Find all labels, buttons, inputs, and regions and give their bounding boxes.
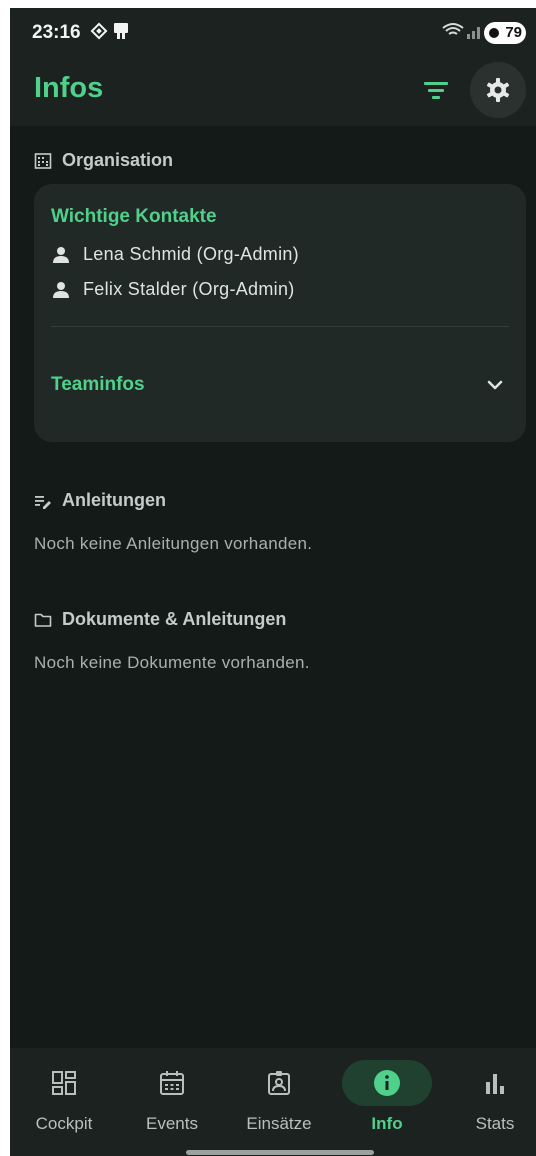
calendar-icon	[160, 1071, 184, 1095]
location-diamond-icon	[90, 22, 108, 40]
signal-icon	[467, 27, 480, 39]
chevron-down-icon[interactable]	[484, 374, 506, 396]
documents-heading: Dokumente & Anleitungen	[62, 609, 287, 629]
gear-icon	[486, 78, 510, 102]
dashboard-icon	[52, 1071, 76, 1095]
home-indicator[interactable]	[186, 1150, 374, 1155]
app-bar: Infos	[10, 54, 536, 126]
battery-saver-icon	[489, 28, 499, 38]
settings-button[interactable]	[470, 62, 526, 118]
battery-indicator: 79	[484, 22, 526, 44]
guides-heading: Anleitungen	[62, 490, 166, 510]
filter-button[interactable]	[418, 72, 454, 108]
guides-section-header: Anleitungen	[34, 490, 166, 511]
nav-item-stats[interactable]: Stats	[450, 1060, 536, 1150]
contact-name: Felix Stalder (Org-Admin)	[83, 279, 295, 299]
filter-icon	[424, 82, 448, 99]
nav-label: Stats	[475, 1114, 515, 1133]
battery-level: 79	[505, 24, 522, 41]
app-screen: 23:16 79 Infos Organisation Wichtige Kon…	[10, 8, 536, 1156]
info-icon	[374, 1070, 400, 1096]
contact-name: Lena Schmid (Org-Admin)	[83, 244, 299, 264]
person-icon	[53, 281, 69, 298]
organisation-card: Wichtige Kontakte Lena Schmid (Org-Admin…	[34, 184, 526, 442]
status-time: 23:16	[32, 22, 81, 43]
contact-item[interactable]: Felix Stalder (Org-Admin)	[51, 279, 295, 300]
teaminfos-expander[interactable]: Teaminfos	[51, 374, 145, 396]
nav-label: Events	[146, 1114, 198, 1133]
status-bar: 23:16 79	[10, 8, 536, 54]
notes-edit-icon	[35, 495, 51, 509]
person-icon	[53, 246, 69, 263]
nav-item-info[interactable]: Info	[342, 1060, 432, 1150]
folder-icon	[34, 613, 52, 627]
nav-item-cockpit[interactable]: Cockpit	[19, 1060, 109, 1150]
organisation-section-header: Organisation	[34, 150, 173, 171]
organisation-heading: Organisation	[62, 150, 174, 170]
documents-empty-text: Noch keine Dokumente vorhanden.	[34, 653, 310, 672]
nav-label: Einsätze	[246, 1114, 312, 1133]
nav-item-einsaetze[interactable]: Einsätze	[234, 1060, 324, 1150]
important-contacts-title: Wichtige Kontakte	[51, 206, 217, 227]
wifi-icon	[442, 23, 464, 35]
card-divider	[51, 326, 509, 327]
terminal-notification-icon	[114, 23, 128, 39]
page-title: Infos	[34, 72, 104, 104]
bottom-navigation: Cockpit Events Einsätze Info Stats	[10, 1048, 536, 1156]
badge-icon	[268, 1071, 290, 1095]
building-icon	[34, 152, 52, 169]
nav-label: Info	[371, 1114, 403, 1133]
bar-chart-icon	[486, 1074, 504, 1094]
nav-item-events[interactable]: Events	[127, 1060, 217, 1150]
guides-empty-text: Noch keine Anleitungen vorhanden.	[34, 534, 313, 553]
contact-item[interactable]: Lena Schmid (Org-Admin)	[51, 244, 299, 265]
nav-label: Cockpit	[35, 1114, 93, 1133]
documents-section-header: Dokumente & Anleitungen	[34, 609, 286, 630]
